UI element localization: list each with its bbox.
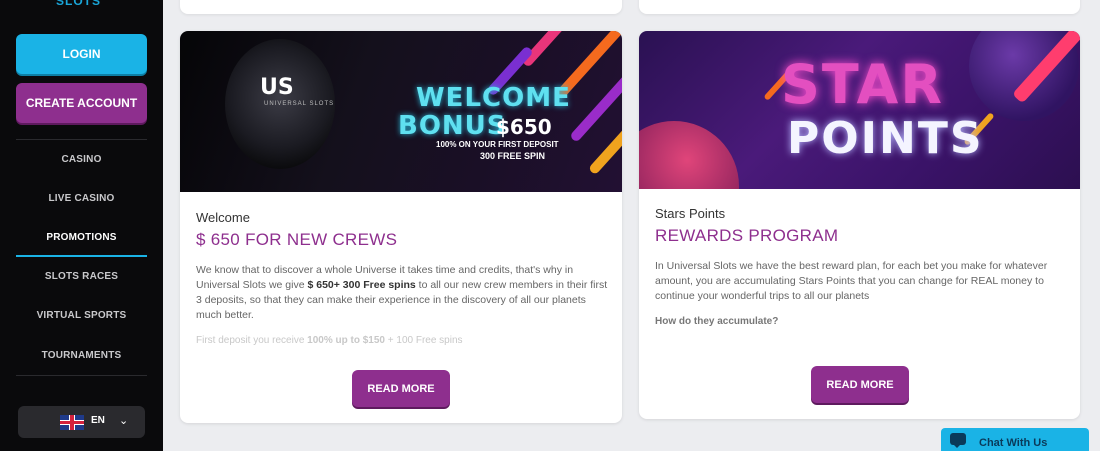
- chat-bubble-icon: [950, 433, 966, 448]
- divider: [16, 375, 147, 376]
- brand-logo: US: [260, 75, 294, 100]
- read-more-button[interactable]: READ MORE: [811, 366, 909, 403]
- card-description: We know that to discover a whole Univers…: [196, 264, 608, 321]
- language-label: EN: [91, 415, 105, 426]
- banner-amount: $650: [496, 115, 552, 139]
- card-title: $ 650 FOR NEW CREWS: [196, 230, 398, 249]
- uk-flag-icon: [60, 415, 84, 430]
- active-nav-indicator: [16, 255, 147, 257]
- banner-headline: STAR: [781, 53, 944, 116]
- card-top-right: [639, 0, 1080, 14]
- logo[interactable]: SLOTS: [56, 0, 101, 8]
- chevron-down-icon: ⌄: [119, 415, 129, 427]
- banner-subtext-2: 300 FREE SPIN: [480, 151, 546, 161]
- banner-subtext: 100% ON YOUR FIRST DEPOSIT: [436, 140, 559, 149]
- read-more-button[interactable]: READ MORE: [352, 370, 450, 407]
- card-faded-text: First deposit you receive 100% up to $15…: [196, 335, 463, 346]
- card-title: REWARDS PROGRAM: [655, 226, 839, 245]
- nav-item-virtual-sports[interactable]: VIRTUAL SPORTS: [16, 305, 147, 325]
- banner-headline: WELCOME: [416, 83, 571, 113]
- nav-item-promotions[interactable]: PROMOTIONS: [16, 227, 147, 247]
- welcome-bonus-banner[interactable]: US UNIVERSAL SLOTS WELCOME BONUS $650 10…: [180, 31, 622, 192]
- promo-card-stars-points: STAR POINTS Stars Points REWARDS PROGRAM…: [639, 31, 1080, 419]
- banner-headline-2: BONUS: [398, 111, 507, 141]
- create-account-button[interactable]: CREATE ACCOUNT: [16, 83, 147, 123]
- login-button[interactable]: LOGIN: [16, 34, 147, 74]
- language-selector[interactable]: EN ⌄: [18, 406, 145, 438]
- chat-label: Chat With Us: [979, 437, 1048, 449]
- nav-item-casino[interactable]: CASINO: [16, 149, 147, 169]
- banner-headline-2: POINTS: [787, 113, 984, 164]
- nav-item-slots-races[interactable]: SLOTS RACES: [16, 266, 147, 286]
- nav-item-tournaments[interactable]: TOURNAMENTS: [16, 345, 147, 365]
- card-pretitle: Stars Points: [655, 206, 726, 221]
- star-points-banner[interactable]: STAR POINTS: [639, 31, 1080, 189]
- brand-logo-sub: UNIVERSAL SLOTS: [264, 101, 335, 107]
- sidebar: SLOTS LOGIN CREATE ACCOUNT CASINO LIVE C…: [0, 0, 163, 451]
- card-top-left: [180, 0, 622, 14]
- card-pretitle: Welcome: [196, 210, 250, 225]
- promo-card-welcome: US UNIVERSAL SLOTS WELCOME BONUS $650 10…: [180, 31, 622, 423]
- divider: [16, 139, 147, 140]
- chat-widget-button[interactable]: Chat With Us: [941, 428, 1089, 451]
- card-subheading: How do they accumulate?: [655, 316, 779, 327]
- card-description: In Universal Slots we have the best rewa…: [655, 260, 1048, 302]
- nav-item-live-casino[interactable]: LIVE CASINO: [16, 188, 147, 208]
